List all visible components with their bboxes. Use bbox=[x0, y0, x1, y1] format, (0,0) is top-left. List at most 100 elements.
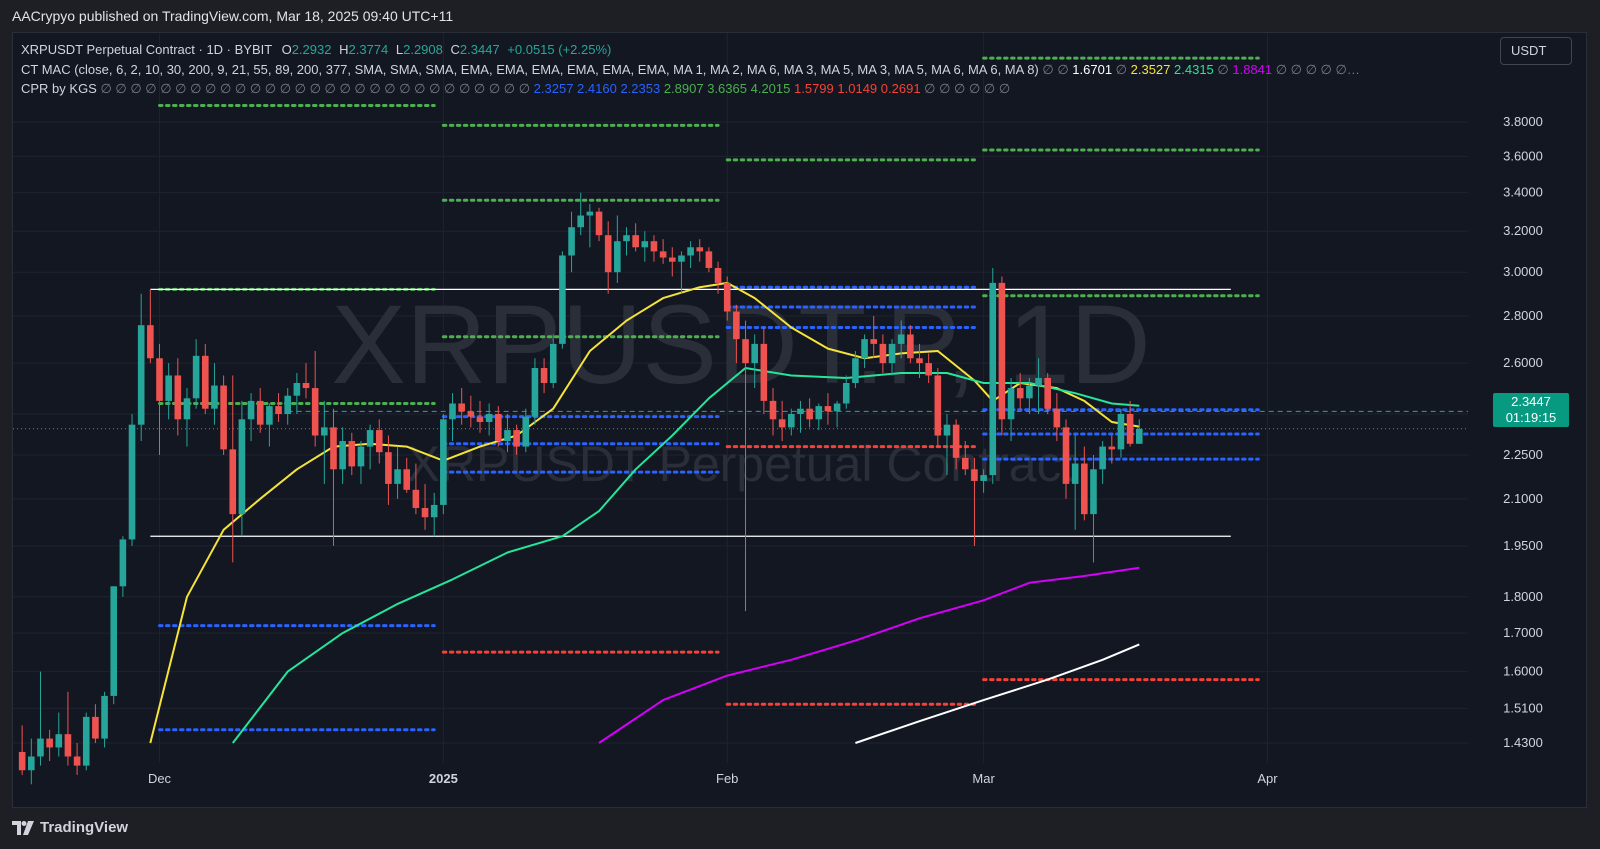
candle bbox=[165, 363, 172, 420]
legend: XRPUSDT Perpetual Contract · 1D · BYBIT … bbox=[21, 40, 1360, 99]
candle-body bbox=[971, 469, 978, 481]
candle bbox=[156, 343, 163, 455]
candle-body bbox=[797, 408, 804, 414]
price-tick-label: 3.6000 bbox=[1503, 148, 1543, 163]
candle-body bbox=[1090, 469, 1097, 515]
candle bbox=[220, 375, 227, 455]
candle-body bbox=[485, 413, 493, 422]
candle-body bbox=[192, 355, 200, 399]
ct-mac-value-green: 2.4315 bbox=[1174, 61, 1214, 77]
cpr-red-1: 1.5799 bbox=[794, 81, 834, 96]
price-tick-label: 1.4300 bbox=[1503, 735, 1543, 750]
symbol-legend-row[interactable]: XRPUSDT Perpetual Contract · 1D · BYBIT … bbox=[21, 40, 1360, 60]
candle-body bbox=[788, 413, 795, 428]
price-chart[interactable]: XRPUSDT.P, 1DXRPUSDT Perpetual Contract … bbox=[13, 33, 1587, 808]
candle-body bbox=[266, 406, 273, 425]
tradingview-logo-icon[interactable] bbox=[12, 820, 34, 835]
candle-body bbox=[183, 398, 191, 420]
candle-body bbox=[751, 343, 758, 364]
candle-body bbox=[925, 363, 932, 376]
time-tick-label: Dec bbox=[148, 771, 172, 786]
candle-body bbox=[1081, 463, 1088, 515]
candle bbox=[998, 276, 1006, 436]
chart-area[interactable]: XRPUSDT.P, 1D XRPUSDT Perpetual Contract … bbox=[12, 32, 1587, 808]
candle-body bbox=[998, 282, 1006, 420]
candle bbox=[101, 691, 108, 748]
candle-body bbox=[174, 375, 182, 420]
candle-body bbox=[449, 403, 456, 420]
candle-body bbox=[806, 408, 813, 420]
cpr-empties: ∅ ∅ ∅ ∅ ∅ ∅ ∅ ∅ ∅ ∅ ∅ ∅ ∅ ∅ ∅ ∅ ∅ ∅ ∅ ∅ … bbox=[100, 81, 531, 96]
candle-body bbox=[119, 539, 127, 587]
candle-body bbox=[733, 311, 740, 340]
candle-body bbox=[888, 343, 896, 364]
ct-mac-empty-1: ∅ ∅ bbox=[1042, 61, 1069, 77]
candle bbox=[321, 400, 328, 484]
candle-body bbox=[668, 257, 676, 262]
candle bbox=[119, 536, 127, 597]
candle-body bbox=[128, 424, 136, 540]
candle-body bbox=[18, 751, 26, 771]
candle-body bbox=[1053, 408, 1061, 428]
candle-body bbox=[650, 241, 658, 252]
candle bbox=[183, 388, 191, 447]
cpr-blue-2: 2.4160 bbox=[577, 81, 617, 96]
candle-body bbox=[833, 403, 841, 412]
cpr-green-2: 3.6365 bbox=[707, 81, 747, 96]
price-tick-label: 1.7000 bbox=[1503, 625, 1543, 640]
currency-button[interactable]: USDT bbox=[1500, 37, 1572, 65]
candle-body bbox=[952, 424, 960, 458]
ct-mac-label[interactable]: CT MAC (close, 6, 2, 10, 30, 200, 9, 21,… bbox=[21, 62, 1039, 77]
candle-body bbox=[632, 235, 639, 248]
candle-body bbox=[440, 419, 447, 505]
candle bbox=[1099, 441, 1106, 484]
candle-body bbox=[64, 734, 72, 757]
candle-body bbox=[284, 395, 291, 414]
time-tick-label: Apr bbox=[1257, 771, 1278, 786]
candle-body bbox=[73, 756, 81, 766]
candle-body bbox=[476, 416, 484, 422]
candle-body bbox=[577, 215, 585, 228]
cpr-label[interactable]: CPR by KGS bbox=[21, 81, 97, 96]
candle-body bbox=[586, 211, 594, 216]
price-tick-label: 2.8000 bbox=[1503, 308, 1543, 323]
candle-body bbox=[394, 469, 401, 484]
price-tick-label: 1.6000 bbox=[1503, 664, 1543, 679]
candle bbox=[46, 729, 53, 762]
candle bbox=[37, 671, 44, 766]
moving-average-line bbox=[598, 566, 1140, 744]
cpr-blue-1: 2.3257 bbox=[533, 81, 574, 96]
candle-body bbox=[1126, 413, 1134, 444]
candle bbox=[293, 372, 301, 414]
candle-body bbox=[769, 400, 777, 420]
candle bbox=[394, 446, 401, 499]
candle-body bbox=[659, 251, 667, 258]
candle bbox=[266, 403, 273, 447]
ct-mac-empty-2: ∅ bbox=[1115, 61, 1127, 77]
candle bbox=[1044, 372, 1051, 414]
candle-body bbox=[870, 339, 878, 344]
candle-body bbox=[247, 400, 255, 420]
price-tick-label: 2.1000 bbox=[1503, 491, 1543, 506]
candle-body bbox=[229, 449, 237, 515]
candle bbox=[531, 358, 539, 425]
candle bbox=[705, 247, 713, 273]
price-tick-label: 3.8000 bbox=[1503, 114, 1543, 129]
candle-body bbox=[458, 403, 465, 412]
candle-body bbox=[1071, 463, 1079, 484]
candle-body bbox=[311, 388, 319, 436]
candle-body bbox=[742, 339, 749, 364]
candle bbox=[440, 413, 447, 515]
candle-body bbox=[815, 406, 823, 420]
symbol-title[interactable]: XRPUSDT Perpetual Contract · 1D · BYBIT bbox=[21, 42, 272, 57]
open-label: O bbox=[281, 42, 292, 57]
candle-body bbox=[907, 334, 914, 359]
candle-body bbox=[916, 358, 923, 364]
cpr-tail: ∅ ∅ ∅ ∅ ∅ ∅ bbox=[924, 81, 1011, 96]
tradingview-brand[interactable]: TradingView bbox=[40, 819, 128, 836]
candle bbox=[559, 251, 566, 349]
ct-mac-legend-row[interactable]: CT MAC (close, 6, 2, 10, 30, 200, 9, 21,… bbox=[21, 60, 1360, 80]
cpr-legend-row[interactable]: CPR by KGS ∅ ∅ ∅ ∅ ∅ ∅ ∅ ∅ ∅ ∅ ∅ ∅ ∅ ∅ ∅… bbox=[21, 79, 1360, 99]
last-price-value: 2.3447 bbox=[1511, 394, 1551, 409]
low-value: 2.2908 bbox=[403, 42, 443, 57]
